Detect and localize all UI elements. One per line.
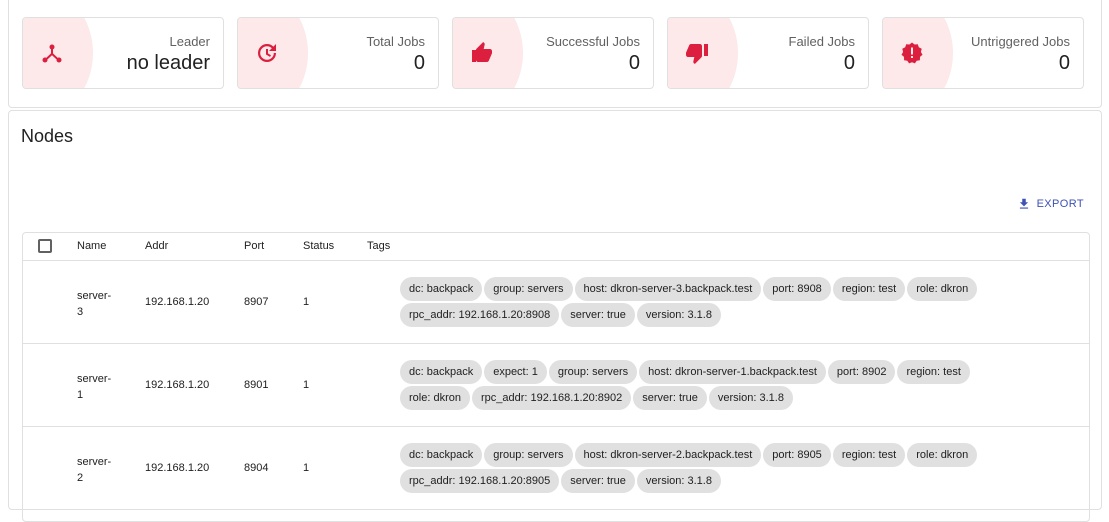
tag-chip: host: dkron-server-2.backpack.test bbox=[574, 443, 762, 467]
tag-chip: rpc_addr: 192.168.1.20:8902 bbox=[471, 386, 632, 410]
cell-port: 8901 bbox=[244, 379, 269, 391]
tag-chip: port: 8905 bbox=[763, 443, 831, 467]
leader-icon bbox=[39, 40, 65, 66]
tag-chip: dc: backpack bbox=[400, 360, 483, 384]
tag-chip: group: servers bbox=[548, 360, 638, 384]
nodes-table: Name Addr Port Status Tags server-3 192.1… bbox=[22, 232, 1090, 522]
tag-chip: role: dkron bbox=[907, 443, 978, 467]
tag-chip: host: dkron-server-3.backpack.test bbox=[574, 277, 762, 301]
cell-status: 1 bbox=[303, 379, 310, 391]
tag-chip: rpc_addr: 192.168.1.20:8905 bbox=[400, 469, 560, 493]
cell-port: 8907 bbox=[244, 296, 269, 308]
table-header: Name Addr Port Status Tags bbox=[23, 233, 1089, 261]
stat-card-total-jobs: Total Jobs 0 bbox=[237, 17, 439, 89]
page-title: Nodes bbox=[21, 126, 74, 146]
stat-cards: Leader no leader Total Jobs 0 Successful… bbox=[22, 17, 1084, 89]
tag-list: dc: backpack group: servers host: dkron-se… bbox=[400, 443, 1040, 493]
stat-label: Failed Jobs bbox=[788, 34, 855, 49]
tag-list: dc: backpack expect: 1 group: servers host:… bbox=[400, 360, 1040, 410]
stat-card-leader: Leader no leader bbox=[22, 17, 224, 89]
tag-chip: server: true bbox=[561, 469, 635, 493]
tag-chip: rpc_addr: 192.168.1.20:8908 bbox=[400, 303, 560, 327]
tag-list: dc: backpack group: servers host: dkron-se… bbox=[400, 277, 1040, 327]
column-header-tags[interactable]: Tags bbox=[367, 240, 390, 252]
tag-chip: port: 8902 bbox=[827, 360, 896, 384]
cell-addr: 192.168.1.20 bbox=[145, 379, 210, 391]
column-header-status[interactable]: Status bbox=[303, 240, 334, 252]
tag-chip: server: true bbox=[561, 303, 635, 327]
cell-name: server-3 bbox=[77, 290, 112, 318]
cell-name: server-1 bbox=[77, 373, 112, 401]
stat-label: Untriggered Jobs bbox=[971, 34, 1070, 49]
stat-value: no leader bbox=[126, 52, 210, 74]
tag-chip: region: test bbox=[832, 443, 906, 467]
tag-chip: version: 3.1.8 bbox=[636, 303, 721, 327]
download-icon bbox=[1019, 198, 1028, 209]
select-all-checkbox[interactable] bbox=[38, 239, 52, 253]
cell-status: 1 bbox=[303, 296, 310, 308]
column-header-port[interactable]: Port bbox=[244, 240, 264, 252]
table-body: server-3 192.168.1.20 8907 1 dc: backpack gro… bbox=[23, 261, 1089, 510]
cell-status: 1 bbox=[303, 462, 310, 474]
stat-value: 0 bbox=[413, 52, 425, 74]
cell-port: 8904 bbox=[244, 462, 269, 474]
history-icon bbox=[254, 40, 280, 66]
tag-chip: dc: backpack bbox=[400, 277, 483, 301]
tag-chip: host: dkron-server-1.backpack.test bbox=[639, 360, 826, 384]
stats-panel: Leader no leader Total Jobs 0 Successful… bbox=[8, 0, 1102, 108]
table-row[interactable]: server-3 192.168.1.20 8907 1 dc: backpack gro… bbox=[23, 261, 1089, 344]
tag-chip: server: true bbox=[633, 386, 707, 410]
column-header-name[interactable]: Name bbox=[77, 240, 106, 252]
table-row[interactable]: server-1 192.168.1.20 8901 1 dc: backpack exp… bbox=[23, 344, 1089, 427]
tag-chip: group: servers bbox=[484, 277, 573, 301]
cell-addr: 192.168.1.20 bbox=[145, 296, 210, 308]
cell-name: server-2 bbox=[77, 456, 112, 484]
tag-chip: role: dkron bbox=[400, 386, 470, 410]
tag-chip: dc: backpack bbox=[400, 443, 483, 467]
table-row[interactable]: server-2 192.168.1.20 8904 1 dc: backpack gro… bbox=[23, 427, 1089, 510]
cell-addr: 192.168.1.20 bbox=[145, 462, 210, 474]
nodes-panel: Nodes EXPORT Name Addr Port Status Tags … bbox=[8, 110, 1102, 522]
thumb-down-icon bbox=[684, 40, 710, 66]
stat-card-failed-jobs: Failed Jobs 0 bbox=[667, 17, 869, 89]
stat-value: 0 bbox=[628, 52, 640, 74]
export-label: EXPORT bbox=[1036, 198, 1084, 210]
stat-card-successful-jobs: Successful Jobs 0 bbox=[452, 17, 654, 89]
stat-card-untriggered-jobs: Untriggered Jobs 0 bbox=[882, 17, 1084, 89]
tag-chip: port: 8908 bbox=[763, 277, 831, 301]
stat-label: Successful Jobs bbox=[546, 34, 640, 49]
tag-chip: region: test bbox=[832, 277, 906, 301]
stat-label: Leader bbox=[169, 34, 210, 49]
column-header-addr[interactable]: Addr bbox=[145, 240, 168, 252]
tag-chip: group: servers bbox=[484, 443, 573, 467]
tag-chip: version: 3.1.8 bbox=[636, 469, 721, 493]
tag-chip: role: dkron bbox=[907, 277, 978, 301]
stat-value: 0 bbox=[1058, 52, 1070, 74]
stat-label: Total Jobs bbox=[366, 34, 425, 49]
tag-chip: version: 3.1.8 bbox=[708, 386, 793, 410]
stat-value: 0 bbox=[843, 52, 855, 74]
tag-chip: expect: 1 bbox=[484, 360, 547, 384]
tag-chip: region: test bbox=[897, 360, 970, 384]
export-button[interactable]: EXPORT bbox=[1017, 197, 1084, 211]
alert-icon bbox=[899, 40, 925, 66]
thumb-up-icon bbox=[469, 40, 495, 66]
